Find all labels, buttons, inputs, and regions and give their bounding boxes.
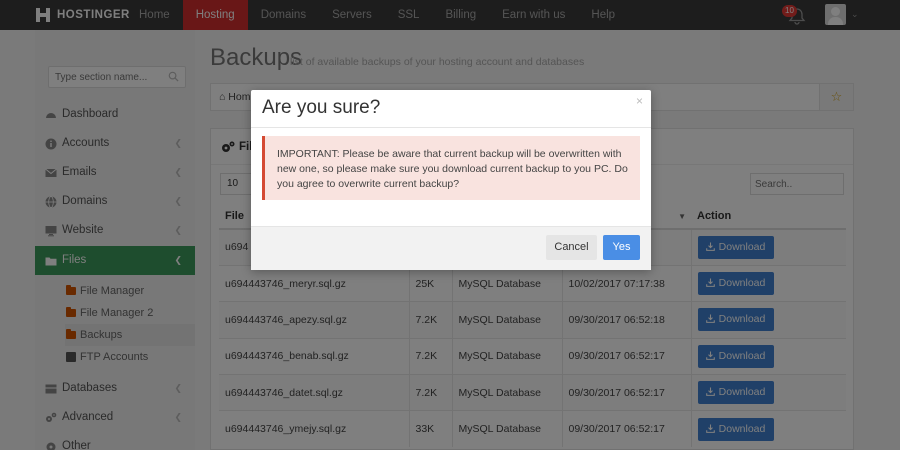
warning-alert: IMPORTANT: Please be aware that current …: [262, 136, 640, 200]
close-icon[interactable]: ×: [636, 94, 643, 108]
dialog-title: Are you sure?: [262, 97, 381, 118]
dialog-footer: Cancel Yes: [251, 226, 651, 270]
cancel-button[interactable]: Cancel: [546, 235, 597, 260]
dialog-divider: [251, 127, 651, 128]
yes-button[interactable]: Yes: [603, 235, 640, 260]
confirm-dialog: Are you sure? × IMPORTANT: Please be awa…: [251, 90, 651, 270]
